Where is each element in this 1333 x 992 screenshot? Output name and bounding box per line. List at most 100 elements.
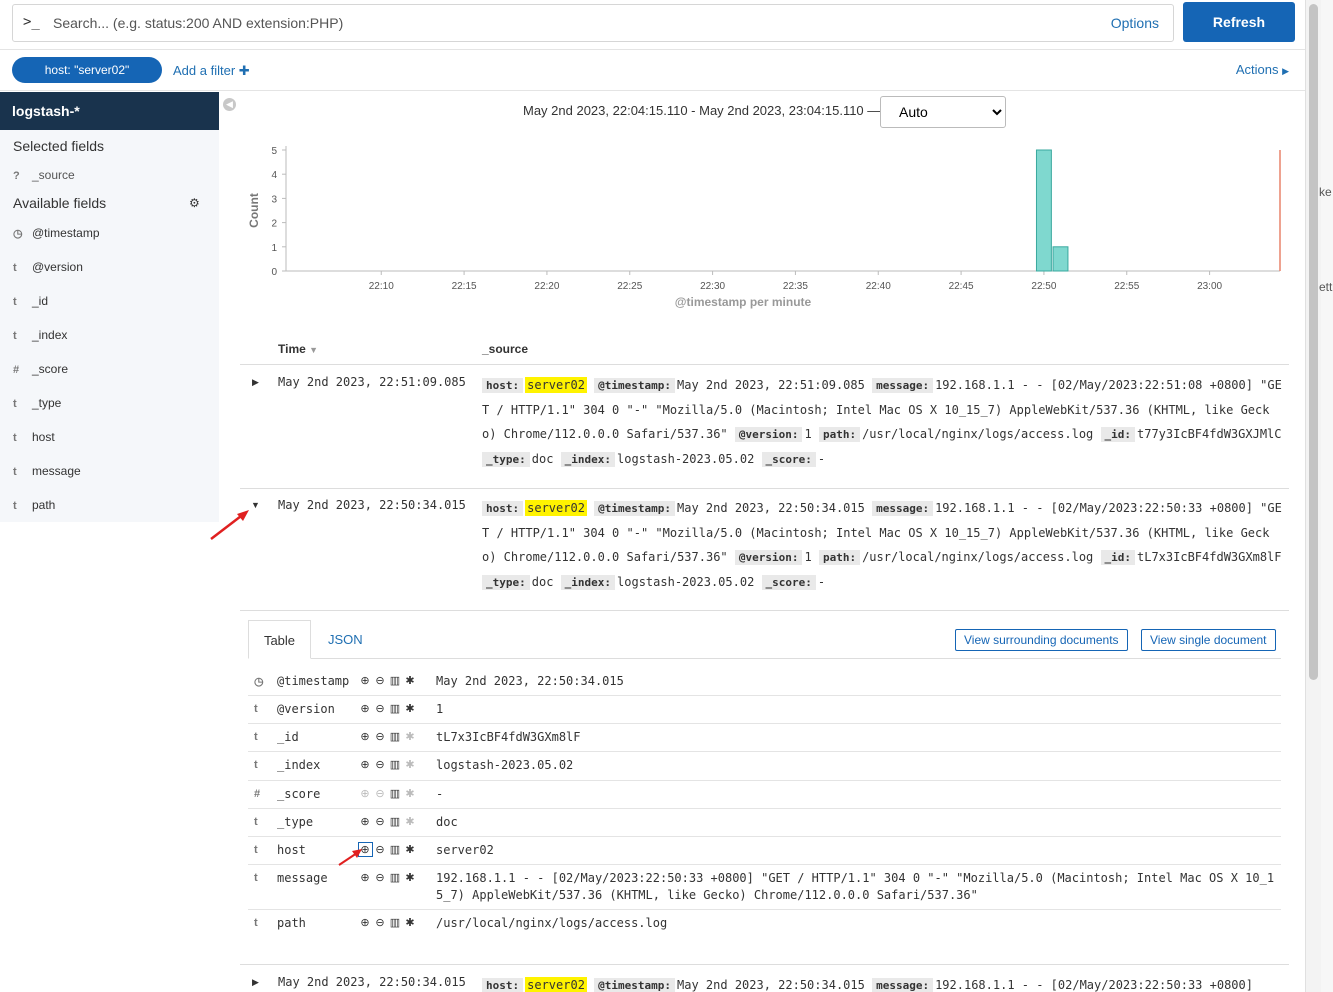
filter-out-value-icon[interactable]: ⊖ <box>374 702 389 715</box>
source-value-highlight: server02 <box>525 977 587 992</box>
scrollbar-thumb[interactable] <box>1309 4 1318 680</box>
available-fields-heading: Available fields <box>13 195 107 211</box>
filter-exists-icon[interactable]: ✱ <box>404 758 419 771</box>
toggle-column-icon[interactable]: ▥ <box>389 871 404 884</box>
filter-pill-host[interactable]: host: "server02" <box>12 57 162 83</box>
sidebar-field-version[interactable]: t @version <box>13 258 83 276</box>
filter-for-value-icon[interactable]: ⊕ <box>359 674 374 687</box>
tab-table[interactable]: Table <box>248 620 311 659</box>
options-link[interactable]: Options <box>1111 15 1159 31</box>
sidebar-field-host[interactable]: t host <box>13 428 55 446</box>
interval-select[interactable]: Auto <box>880 96 1006 128</box>
toggle-column-icon[interactable]: ▥ <box>389 843 404 856</box>
filter-out-value-icon[interactable]: ⊖ <box>374 730 389 743</box>
filter-out-value-icon[interactable]: ⊖ <box>374 674 389 687</box>
col-time-label: Time <box>278 342 306 356</box>
source-key: @version: <box>734 550 803 565</box>
expand-row-icon[interactable]: ▶ <box>252 977 259 988</box>
field-actions: ⊕ ⊖ ▥ ✱ <box>359 702 419 715</box>
sidebar-field-score[interactable]: # _score <box>13 360 68 378</box>
sidebar-field-index[interactable]: t _index <box>13 326 67 344</box>
actions-link[interactable]: Actions ▶ <box>1236 62 1289 77</box>
caret-right-icon: ▶ <box>1282 66 1289 76</box>
source-value: logstash-2023.05.02 <box>617 452 755 466</box>
filter-for-value-icon[interactable]: ⊕ <box>359 758 374 771</box>
detail-row-score: # _score ⊕ ⊖ ▥ ✱ - <box>248 781 1281 809</box>
col-header-time[interactable]: Time ▼ <box>278 342 318 356</box>
toggle-column-icon[interactable]: ▥ <box>389 815 404 828</box>
detail-row-timestamp: ◷ @timestamp ⊕ ⊖ ▥ ✱ May 2nd 2023, 22:50:34.01… <box>248 668 1281 696</box>
source-key: message: <box>872 978 934 992</box>
toggle-column-icon[interactable]: ▥ <box>389 758 404 771</box>
x-axis-label: @timestamp per minute <box>675 295 812 309</box>
sidebar-field-timestamp[interactable]: ◷ @timestamp <box>13 224 100 242</box>
source-value: t77y3IcBF4fdW3GXJMlC <box>1137 427 1282 441</box>
field-actions: ⊕ ⊖ ▥ ✱ <box>359 916 419 929</box>
selected-field-source[interactable]: ? _source <box>13 166 75 184</box>
filter-for-value-icon[interactable]: ⊕ <box>359 730 374 743</box>
filter-exists-icon[interactable]: ✱ <box>404 871 419 884</box>
filter-out-value-icon[interactable]: ⊖ <box>374 916 389 929</box>
filter-exists-icon[interactable]: ✱ <box>404 674 419 687</box>
source-value-highlight: server02 <box>525 377 587 393</box>
collapse-sidebar-icon[interactable]: ◀ <box>223 98 236 111</box>
row-divider <box>240 964 1289 965</box>
refresh-button[interactable]: Refresh <box>1183 2 1295 42</box>
source-value: May 2nd 2023, 22:50:34.015 <box>677 978 865 992</box>
filter-exists-icon[interactable]: ✱ <box>404 787 419 800</box>
source-value: doc <box>531 452 554 466</box>
expand-row-icon[interactable]: ▶ <box>252 377 259 388</box>
filter-out-value-icon[interactable]: ⊖ <box>374 843 389 856</box>
tab-json[interactable]: JSON <box>328 620 363 659</box>
detail-field-value: May 2nd 2023, 22:50:34.015 <box>436 674 624 688</box>
filter-out-value-icon[interactable]: ⊖ <box>374 758 389 771</box>
index-pattern-title[interactable]: logstash-* <box>0 92 219 130</box>
view-single-button[interactable]: View single document <box>1141 629 1276 651</box>
filter-exists-icon[interactable]: ✱ <box>404 916 419 929</box>
field-type-icon: ◷ <box>254 676 264 688</box>
filter-for-value-icon[interactable]: ⊕ <box>359 916 374 929</box>
filter-out-value-icon[interactable]: ⊖ <box>374 787 389 800</box>
view-surrounding-button[interactable]: View surrounding documents <box>955 629 1128 651</box>
x-tick-label: 22:25 <box>617 281 642 292</box>
sidebar-field-message[interactable]: t message <box>13 462 81 480</box>
toggle-column-icon[interactable]: ▥ <box>389 730 404 743</box>
sidebar-field-path[interactable]: t path <box>13 496 55 514</box>
filter-out-value-icon[interactable]: ⊖ <box>374 815 389 828</box>
detail-field-value: 192.168.1.1 - - [02/May/2023:22:50:33 +0… <box>436 871 1275 902</box>
field-type-icon: t <box>13 262 17 274</box>
filter-exists-icon[interactable]: ✱ <box>404 815 419 828</box>
filter-exists-icon[interactable]: ✱ <box>404 730 419 743</box>
filter-exists-icon[interactable]: ✱ <box>404 843 419 856</box>
x-tick-label: 22:10 <box>369 281 394 292</box>
filter-for-value-icon[interactable]: ⊕ <box>359 871 374 884</box>
field-name: @timestamp <box>32 226 100 240</box>
filter-for-value-icon[interactable]: ⊕ <box>359 787 374 800</box>
toggle-column-icon[interactable]: ▥ <box>389 674 404 687</box>
toggle-column-icon[interactable]: ▥ <box>389 787 404 800</box>
detail-field-name: _index <box>277 758 321 772</box>
sidebar-field-id[interactable]: t _id <box>13 292 48 310</box>
source-key: @version: <box>734 427 803 442</box>
y-tick-label: 0 <box>271 267 277 278</box>
search-input[interactable] <box>51 11 1091 35</box>
filter-for-value-icon[interactable]: ⊕ <box>359 702 374 715</box>
toggle-column-icon[interactable]: ▥ <box>389 916 404 929</box>
toggle-column-icon[interactable]: ▥ <box>389 702 404 715</box>
field-type-icon: t <box>254 731 258 743</box>
y-axis-label: Count <box>247 193 261 228</box>
sidebar-field-type[interactable]: t _type <box>13 394 61 412</box>
x-tick-label: 22:30 <box>700 281 725 292</box>
detail-field-name: _type <box>277 815 314 829</box>
source-key: @timestamp: <box>594 978 676 992</box>
filter-out-value-icon[interactable]: ⊖ <box>374 871 389 884</box>
detail-field-value: - <box>436 787 444 801</box>
add-filter-link[interactable]: Add a filter ✚ <box>173 63 250 79</box>
field-type-icon: t <box>13 466 17 478</box>
field-type-icon: t <box>254 816 258 828</box>
filter-exists-icon[interactable]: ✱ <box>404 702 419 715</box>
gear-icon[interactable]: ⚙ <box>189 196 200 210</box>
field-name: path <box>32 498 56 512</box>
filter-for-value-icon[interactable]: ⊕ <box>359 815 374 828</box>
page-scrollbar[interactable] <box>1305 0 1321 992</box>
